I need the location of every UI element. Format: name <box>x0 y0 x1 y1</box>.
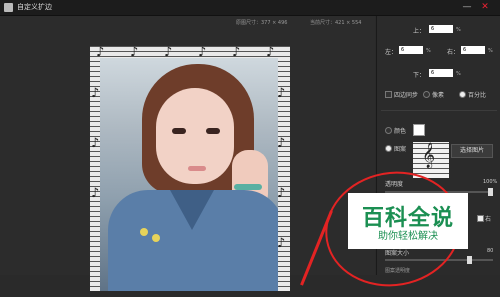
pattern-label: 图案 <box>394 146 407 153</box>
percent-label: 百分比 <box>468 92 487 99</box>
close-button[interactable]: ✕ <box>478 1 492 14</box>
sync-checkbox[interactable] <box>385 91 392 98</box>
opacity-value: 100% <box>483 179 498 185</box>
bottom-input[interactable]: 6 <box>429 69 453 77</box>
right-input[interactable]: 6 <box>461 46 485 54</box>
opacity-slider-thumb[interactable] <box>488 188 493 196</box>
photo-eye <box>172 128 186 134</box>
watermark-subtitle: 助你轻松解决 <box>378 231 438 242</box>
music-note-icon: ♪ <box>277 236 286 251</box>
left-unit: % <box>426 48 431 54</box>
pixel-label: 像素 <box>432 92 445 99</box>
right-checkbox-label: 右 <box>485 216 492 223</box>
window-title: 自定义扩边 <box>17 3 52 11</box>
choose-image-button[interactable]: 选择图片 <box>451 144 493 158</box>
current-size-text: 当前尺寸：421 × 554 <box>310 20 362 26</box>
pattern-size-value: 80 <box>487 248 494 254</box>
photo-eye <box>206 128 220 134</box>
top-input[interactable]: 6 <box>429 25 453 33</box>
color-swatch[interactable] <box>413 124 425 136</box>
top-label: 上： <box>413 28 426 35</box>
separator <box>381 110 497 111</box>
music-note-icon: ♪ <box>91 136 100 151</box>
bottom-label: 下： <box>413 72 426 79</box>
bottom-unit: % <box>456 71 461 77</box>
photo-mouth <box>188 166 206 171</box>
watermark-overlay: 百科全说 助你轻松解决 <box>348 193 468 249</box>
right-checkbox[interactable] <box>477 215 484 222</box>
left-input[interactable]: 6 <box>399 46 423 54</box>
music-note-icon: ♪ <box>277 186 286 201</box>
pixel-radio[interactable] <box>423 91 430 98</box>
music-note-icon: ♪ <box>91 86 100 101</box>
pattern-size-slider-thumb[interactable] <box>467 256 473 264</box>
music-note-icon: ♪ <box>277 136 286 151</box>
sync-label: 四边同步 <box>394 92 419 99</box>
jacket-badge <box>152 234 160 242</box>
music-note-icon: ♪ <box>277 86 286 101</box>
top-unit: % <box>456 27 461 33</box>
music-note-icon: ♪ <box>91 186 100 201</box>
pattern-radio[interactable] <box>385 145 392 152</box>
title-bar: 自定义扩边 — ✕ <box>0 0 500 16</box>
app-icon <box>4 3 13 12</box>
music-clef-icon: 𝄞 <box>422 143 436 168</box>
portrait-photo <box>100 58 278 291</box>
jacket-badge <box>140 228 148 236</box>
left-label: 左： <box>385 49 398 56</box>
right-label: 右： <box>447 49 460 56</box>
color-radio[interactable] <box>385 127 392 134</box>
preview-canvas: ♪ ♪ ♪ ♪ ♪ ♪ ♪ ♪ ♪ ♪ ♪ ♪ ♪ <box>90 45 290 291</box>
minimize-button[interactable]: — <box>460 1 474 14</box>
right-unit: % <box>488 48 493 54</box>
original-size-text: 原图尺寸：377 × 496 <box>236 20 288 26</box>
percent-radio[interactable] <box>459 91 466 98</box>
color-label: 颜色 <box>394 128 407 135</box>
